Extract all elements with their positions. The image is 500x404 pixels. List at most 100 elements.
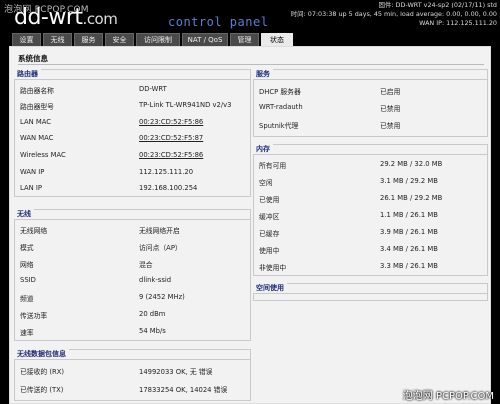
mode-value: 访问点（AP）	[139, 244, 182, 252]
wireless-mac-label: Wireless MAC	[20, 151, 66, 159]
wireless-row-tx-power: 传送功率 20 dBm	[20, 307, 246, 323]
memory-row-free: 空闲 3.1 MB / 29.2 MB	[259, 174, 483, 190]
router-row-wireless-mac: Wireless MAC 00:23:CD:52:F5:86	[20, 148, 246, 164]
network-label: 网络	[20, 261, 34, 269]
firmware-text: 固件: DD-WRT v24-sp2 (02/17/11) std	[378, 1, 497, 9]
tx-label: 已传送的 (TX)	[20, 386, 64, 394]
tab-security[interactable]: 安全	[105, 33, 134, 46]
router-name-label: 路由器名称	[20, 87, 54, 95]
router-info: 固件: DD-WRT v24-sp2 (02/17/11) std 时间: 07…	[291, 1, 497, 28]
tx-power-value: 20 dBm	[139, 310, 166, 318]
tab-status[interactable]: 状态	[261, 33, 293, 46]
packet-row-rx: 已接收的 (RX) 14992033 OK, 无 错误	[20, 363, 246, 379]
wan-ip-text: WAN IP: 112.125.111.20	[419, 19, 497, 27]
memory-row-cached: 已缓存 3.9 MB / 26.1 MB	[259, 225, 483, 241]
ddwrt-logo: dd-wrt.com	[14, 5, 118, 30]
ssid-label: SSID	[20, 276, 36, 284]
packet-info-rule	[14, 359, 251, 360]
channel-value: 9 (2452 MHz)	[139, 293, 185, 301]
sputnik-value: 已禁用	[380, 122, 401, 130]
radio-value: 无线网络开启	[139, 227, 180, 235]
tab-access-restrictions[interactable]: 访问限制	[136, 33, 180, 46]
logo-suffix: .com	[82, 10, 118, 28]
router-model-label: 路由器型号	[20, 103, 54, 111]
rx-value: 14992033 OK, 无 错误	[139, 368, 213, 376]
rate-label: 速率	[20, 329, 34, 337]
space-usage-section: 空间使用	[253, 283, 488, 301]
services-section: 服务 DHCP 服务器 已启用 WRT-radauth 已禁用 Sputnik代理已…	[253, 69, 488, 137]
memory-row-total: 所有可用 29.2 MB / 32.0 MB	[259, 157, 483, 173]
router-row-lan-mac: LAN MAC 00:23:CD:52:F5:86	[20, 115, 246, 131]
mem-free-label: 空闲	[259, 179, 273, 187]
mem-total-label: 所有可用	[259, 162, 287, 170]
mode-label: 模式	[20, 244, 34, 252]
router-row-wan-mac: WAN MAC 00:23:CD:52:F5:87	[20, 131, 246, 147]
router-model-value: TP-Link TL-WR941ND v2/v3	[139, 101, 232, 109]
packet-info-section: 无线数据包信息 已接收的 (RX) 14992033 OK, 无 错误 已传送的 …	[14, 349, 251, 401]
router-section-rule	[14, 79, 251, 80]
memory-row-buffers: 缓冲区 1.1 MB / 26.1 MB	[259, 208, 483, 224]
rx-label: 已接收的 (RX)	[20, 368, 65, 376]
channel-label: 频道	[20, 295, 34, 303]
wireless-row-network: 网络 混合	[20, 256, 246, 272]
services-row-sputnik: Sputnik代理 已禁用	[259, 117, 483, 133]
lan-mac-link[interactable]: 00:23:CD:52:F5:86	[139, 118, 203, 126]
uptime-text: 时间: 07:03:38 up 5 days, 45 min, load ave…	[290, 10, 497, 18]
tx-value: 17833254 OK, 14024 错误	[139, 386, 228, 394]
wireless-row-rate: 速率 54 Mb/s	[20, 324, 246, 340]
logo-main: dd-wrt	[14, 5, 83, 30]
services-row-dhcp: DHCP 服务器 已启用	[259, 83, 483, 99]
main-panel: 系统信息 路由器 路由器名称 DD-WRT 路由器型号 TP-Link TL-WR9…	[9, 46, 491, 404]
dhcp-value: 已启用	[380, 88, 401, 96]
services-row-radauth: WRT-radauth 已禁用	[259, 100, 483, 116]
tab-wireless[interactable]: 无线	[43, 33, 72, 46]
space-usage-rule	[253, 293, 488, 294]
radio-label: 无线网络	[20, 227, 48, 235]
control-panel-subtitle: control panel	[168, 15, 269, 29]
radauth-value: 已禁用	[380, 105, 401, 113]
tab-nat-qos[interactable]: NAT / QoS	[182, 33, 228, 46]
network-value: 混合	[139, 261, 153, 269]
tab-setup[interactable]: 设置	[12, 33, 41, 46]
router-section: 路由器 路由器名称 DD-WRT 路由器型号 TP-Link TL-WR941ND …	[14, 69, 251, 197]
mem-active-value: 3.4 MB / 26.1 MB	[380, 245, 438, 253]
tab-administration[interactable]: 管理	[230, 33, 259, 46]
memory-section: 内存 所有可用 29.2 MB / 32.0 MB 空闲 3.1 MB / 29.2…	[253, 144, 488, 276]
mem-active-label: 使用中	[259, 247, 280, 255]
mem-buffers-label: 缓冲区	[259, 213, 280, 221]
router-row-model: 路由器型号 TP-Link TL-WR941ND v2/v3	[20, 98, 246, 114]
header-bar: 泡泡网 PCPOP.COM dd-wrt.com control panel 固…	[0, 0, 500, 30]
wireless-row-radio: 无线网络 无线网络开启	[20, 222, 246, 238]
router-row-wan-ip: WAN IP 112.125.111.20	[20, 165, 246, 181]
mem-used-value: 26.1 MB / 29.2 MB	[380, 194, 443, 202]
wan-mac-label: WAN MAC	[20, 134, 54, 142]
mem-cached-value: 3.9 MB / 26.1 MB	[380, 228, 438, 236]
mem-used-label: 已使用	[259, 196, 280, 204]
memory-row-active: 使用中 3.4 MB / 26.1 MB	[259, 242, 483, 258]
mem-buffers-value: 1.1 MB / 26.1 MB	[380, 211, 438, 219]
wireless-row-mode: 模式 访问点（AP）	[20, 239, 246, 255]
wan-ip-value: 112.125.111.20	[139, 168, 194, 176]
services-section-rule	[253, 79, 488, 80]
wireless-section-rule	[14, 219, 251, 220]
memory-row-used: 已使用 26.1 MB / 29.2 MB	[259, 191, 483, 207]
wan-mac-link[interactable]: 00:23:CD:52:F5:87	[139, 134, 203, 142]
wan-ip-label: WAN IP	[20, 168, 45, 176]
rate-value: 54 Mb/s	[139, 327, 166, 335]
router-row-lan-ip: LAN IP 192.168.100.254	[20, 181, 246, 197]
wireless-section: 无线 无线网络 无线网络开启 模式 访问点（AP） 网络 混合 SSID dlink-s…	[14, 209, 251, 341]
router-row-name: 路由器名称 DD-WRT	[20, 82, 246, 98]
sputnik-label: Sputnik代理	[259, 122, 299, 130]
router-name-value: DD-WRT	[139, 85, 167, 93]
packet-row-tx: 已传送的 (TX) 17833254 OK, 14024 错误	[20, 381, 246, 397]
ssid-value: dlink-ssid	[139, 276, 172, 284]
page-title: 系统信息	[18, 53, 484, 65]
tab-services[interactable]: 服务	[74, 33, 103, 46]
mem-cached-label: 已缓存	[259, 230, 280, 238]
memory-section-rule	[253, 154, 488, 155]
mem-inactive-label: 非使用中	[259, 264, 287, 272]
lan-ip-label: LAN IP	[20, 184, 42, 192]
wireless-row-ssid: SSID dlink-ssid	[20, 273, 246, 289]
wireless-mac-link[interactable]: 00:23:CD:52:F5:86	[139, 151, 203, 159]
mem-free-value: 3.1 MB / 29.2 MB	[380, 177, 438, 185]
